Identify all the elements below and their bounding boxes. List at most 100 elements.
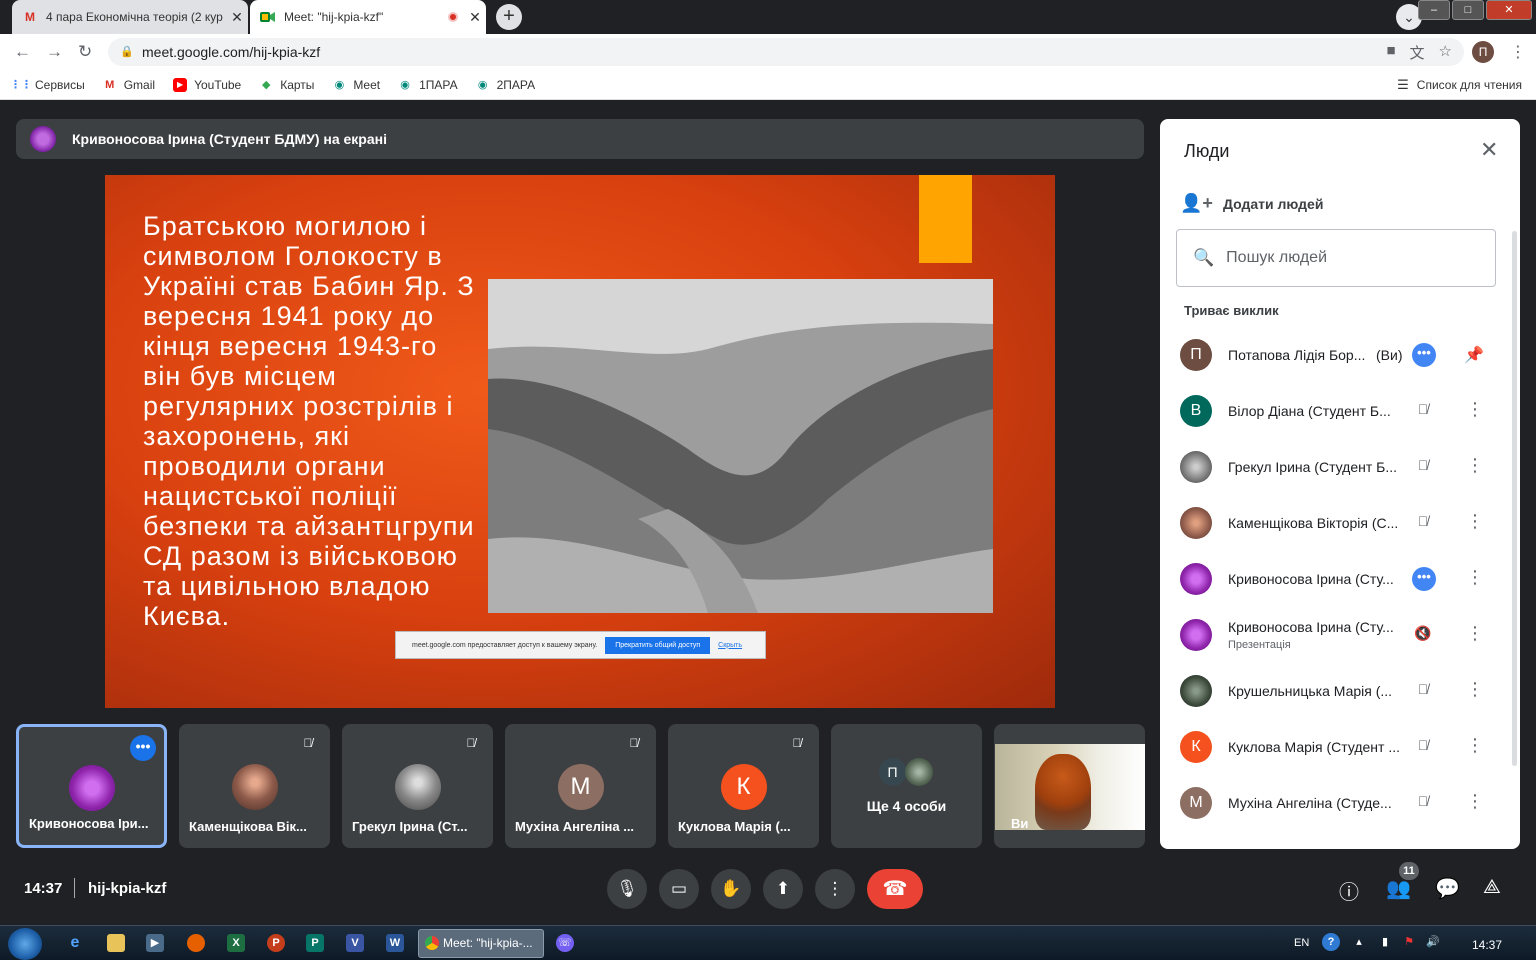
folder-icon[interactable] bbox=[107, 934, 125, 952]
participant-row[interactable]: Кривоносова Ірина (Сту... Презентація 🔇 … bbox=[1180, 609, 1510, 661]
flag-icon[interactable]: ⚑ bbox=[1400, 933, 1418, 951]
share-banner-message: meet.google.com предоставляет доступ к в… bbox=[412, 641, 598, 649]
present-button[interactable]: ⬆ bbox=[763, 869, 803, 909]
divider bbox=[74, 878, 75, 898]
bookmark-maps[interactable]: ◆ Карты bbox=[259, 78, 314, 92]
participant-menu-icon[interactable]: ⋮ bbox=[1466, 567, 1484, 588]
minimize-button[interactable]: – bbox=[1418, 0, 1450, 20]
participant-menu-icon[interactable]: ⋮ bbox=[1466, 623, 1484, 644]
volume-icon[interactable]: 🔊 bbox=[1424, 933, 1442, 951]
window-close-button[interactable]: ✕ bbox=[1486, 0, 1532, 20]
word-icon[interactable]: W bbox=[386, 934, 404, 952]
youtube-icon: ▶ bbox=[173, 77, 188, 92]
internet-explorer-icon[interactable]: e bbox=[66, 934, 84, 952]
participant-tile[interactable]: ••• Кривоносова Іри... bbox=[16, 724, 167, 848]
participant-row[interactable]: П Потапова Лідія Бор... (Ви) ••• 📌 bbox=[1180, 329, 1510, 381]
chrome-icon bbox=[425, 936, 439, 950]
maximize-button[interactable]: □ bbox=[1452, 0, 1484, 20]
participant-row[interactable]: Крушельницька Марія (... 🎙̸ ⋮ bbox=[1180, 665, 1510, 717]
avatar bbox=[904, 758, 933, 786]
close-panel-icon[interactable]: ✕ bbox=[1480, 137, 1498, 163]
search-icon: 🔍 bbox=[1193, 248, 1215, 267]
participant-tile[interactable]: 🎙̸ М Мухіна Ангеліна ... bbox=[505, 724, 656, 848]
bookmark-2para[interactable]: ◉ 2ПАРА bbox=[476, 78, 535, 92]
taskbar-chrome-task[interactable]: Meet: "hij-kpia-... bbox=[418, 929, 544, 958]
address-bar[interactable]: 🔒 meet.google.com/hij-kpia-kzf ■ 文 ☆ bbox=[108, 38, 1464, 66]
info-icon[interactable]: ⓘ bbox=[1339, 876, 1359, 905]
bookmark-1para[interactable]: ◉ 1ПАРА bbox=[398, 78, 457, 92]
chat-icon[interactable]: 💬 bbox=[1435, 876, 1460, 901]
firefox-icon[interactable] bbox=[187, 934, 205, 952]
mic-off-icon: 🎙̸ bbox=[303, 736, 313, 750]
leave-call-button[interactable]: ☎ bbox=[867, 869, 923, 909]
new-tab-button[interactable]: + bbox=[496, 4, 522, 30]
help-icon[interactable]: ? bbox=[1322, 933, 1340, 951]
meet-bookmark-icon: ◉ bbox=[400, 79, 410, 91]
bookmark-meet[interactable]: ◉ Meet bbox=[332, 78, 381, 92]
avatar bbox=[68, 765, 115, 811]
camera-button[interactable]: ▭ bbox=[659, 869, 699, 909]
tab-gmail[interactable]: M 4 пара Економічна теорія (2 кур ✕ bbox=[12, 0, 248, 34]
participant-tile[interactable]: 🎙̸ Каменщікова Вік... bbox=[179, 724, 330, 848]
publisher-icon[interactable]: P bbox=[306, 934, 324, 952]
participant-row[interactable]: Грекул Ірина (Студент Б... 🎙̸ ⋮ bbox=[1180, 441, 1510, 493]
add-people-button[interactable]: 👤+ Додати людей bbox=[1180, 193, 1323, 214]
more-options-button[interactable]: ⋮ bbox=[815, 869, 855, 909]
pin-icon[interactable]: 📌 bbox=[1464, 345, 1484, 365]
participant-row[interactable]: М Мухіна Ангеліна (Студе... 🎙̸ ⋮ bbox=[1180, 777, 1510, 829]
tray-expand-icon[interactable]: ▴ bbox=[1350, 933, 1368, 951]
back-icon[interactable]: ← bbox=[14, 42, 31, 62]
visio-icon[interactable]: V bbox=[346, 934, 364, 952]
mic-off-icon: 🎙̸ bbox=[1417, 401, 1429, 417]
bookmark-youtube[interactable]: ▶ YouTube bbox=[173, 77, 241, 92]
tab-close-icon[interactable]: ✕ bbox=[226, 9, 248, 26]
more-options-icon[interactable]: ••• bbox=[130, 735, 156, 761]
gmail-icon: M bbox=[25, 10, 35, 24]
avatar bbox=[1180, 451, 1212, 483]
translate-icon[interactable]: 文 bbox=[1410, 42, 1425, 63]
maps-icon: ◆ bbox=[261, 79, 271, 91]
browser-menu-icon[interactable]: ⋮ bbox=[1510, 42, 1526, 62]
start-button[interactable] bbox=[8, 928, 42, 960]
tile-name: Каменщікова Вік... bbox=[189, 819, 307, 834]
participant-menu-icon[interactable]: ⋮ bbox=[1466, 735, 1484, 756]
signal-icon[interactable]: ▮ bbox=[1376, 933, 1394, 951]
stop-sharing-button[interactable]: Прекратить общий доступ bbox=[605, 636, 711, 654]
tab-meet[interactable]: Meet: "hij-kpia-kzf" ✕ bbox=[250, 0, 486, 34]
participant-menu-icon[interactable]: ⋮ bbox=[1466, 399, 1484, 420]
bookmark-gmail[interactable]: M Gmail bbox=[103, 78, 155, 92]
participant-tile[interactable]: 🎙̸ К Куклова Марія (... bbox=[668, 724, 819, 848]
participant-menu-icon[interactable]: ⋮ bbox=[1466, 679, 1484, 700]
reading-list-button[interactable]: ☰ Список для чтения bbox=[1397, 77, 1522, 93]
bookmark-services[interactable]: ⋮⋮ Сервисы bbox=[10, 78, 85, 92]
participant-menu-icon[interactable]: ⋮ bbox=[1466, 511, 1484, 532]
participant-row[interactable]: В Вілор Діана (Студент Б... 🎙̸ ⋮ bbox=[1180, 385, 1510, 437]
participant-row[interactable]: Кривоносова Ірина (Сту... ••• ⋮ bbox=[1180, 553, 1510, 605]
star-icon[interactable]: ☆ bbox=[1439, 42, 1452, 63]
viber-icon[interactable]: ☏ bbox=[556, 934, 574, 952]
forward-icon[interactable]: → bbox=[46, 42, 63, 62]
chrome-tab-strip: M 4 пара Економічна теорія (2 кур ✕ Meet… bbox=[0, 0, 1536, 34]
people-count-badge: 11 bbox=[1399, 862, 1419, 880]
participant-row[interactable]: Каменщікова Вікторія (С... 🎙̸ ⋮ bbox=[1180, 497, 1510, 549]
more-participants-tile[interactable]: П Ще 4 особи bbox=[831, 724, 982, 848]
raise-hand-button[interactable]: ✋ bbox=[711, 869, 751, 909]
microphone-button[interactable]: 🎙 bbox=[607, 869, 647, 909]
participant-tile[interactable]: 🎙̸ Грекул Ірина (Ст... bbox=[342, 724, 493, 848]
language-indicator[interactable]: EN bbox=[1294, 937, 1309, 949]
avatar bbox=[394, 764, 441, 810]
reload-icon[interactable]: ↻ bbox=[78, 42, 92, 62]
profile-avatar[interactable]: П bbox=[1472, 41, 1494, 63]
camera-icon[interactable]: ■ bbox=[1386, 42, 1395, 63]
tab-close-icon[interactable]: ✕ bbox=[464, 9, 486, 26]
powerpoint-icon[interactable]: P bbox=[267, 934, 285, 952]
search-people-input[interactable]: 🔍 Пошук людей bbox=[1176, 229, 1496, 287]
media-player-icon[interactable]: ▶ bbox=[146, 934, 164, 952]
participant-menu-icon[interactable]: ⋮ bbox=[1466, 455, 1484, 476]
participant-menu-icon[interactable]: ⋮ bbox=[1466, 791, 1484, 812]
participant-row[interactable]: К Куклова Марія (Студент ... 🎙̸ ⋮ bbox=[1180, 721, 1510, 773]
hide-banner-link[interactable]: Скрыть bbox=[718, 642, 742, 649]
excel-icon[interactable]: X bbox=[227, 934, 245, 952]
panel-scrollbar[interactable] bbox=[1512, 231, 1517, 766]
activities-icon[interactable]: ⟁ bbox=[1483, 876, 1501, 899]
